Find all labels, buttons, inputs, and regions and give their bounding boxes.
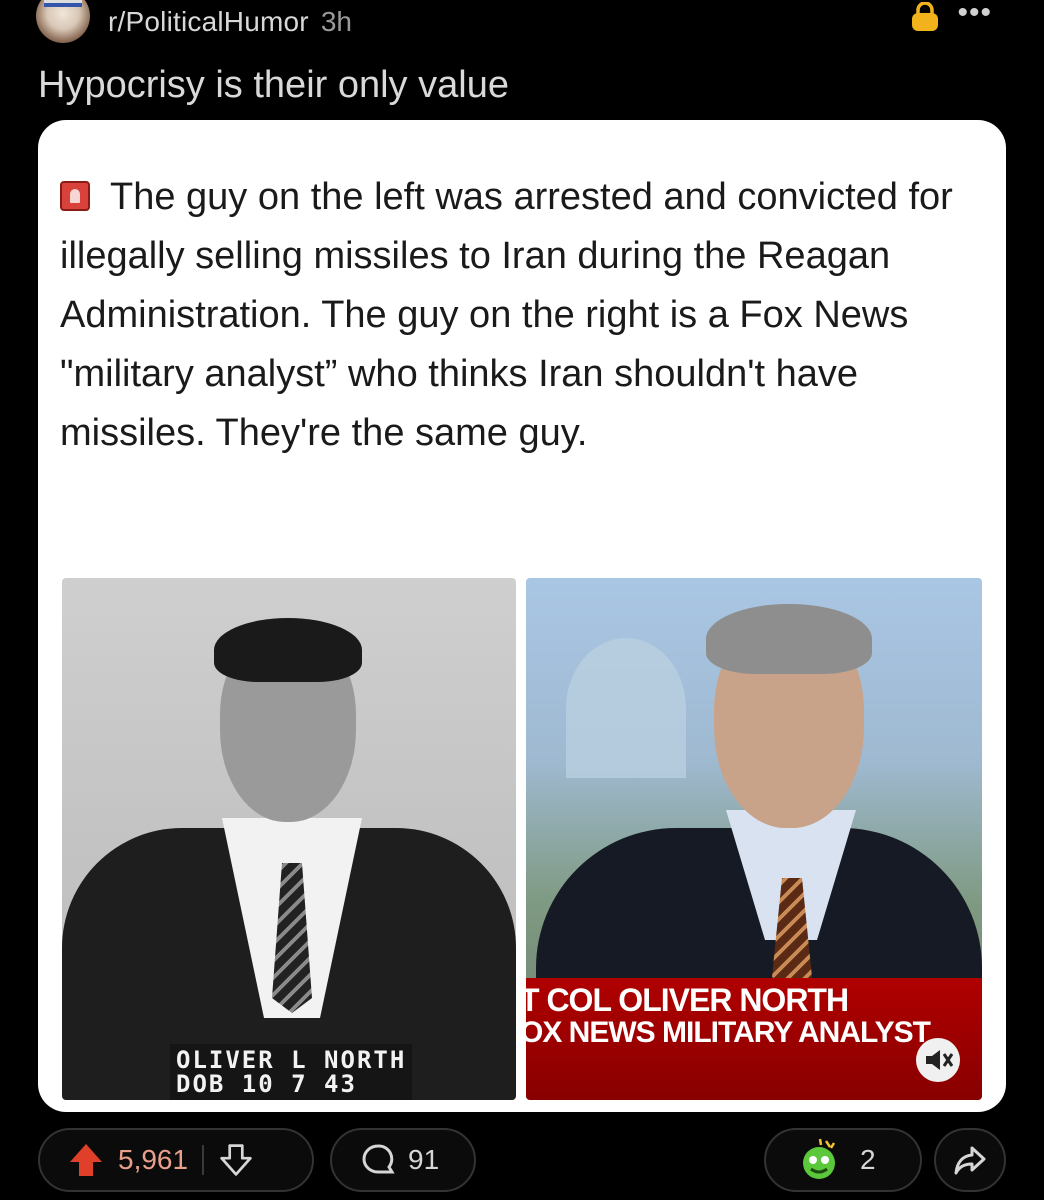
more-options-icon[interactable]: ••• xyxy=(957,0,992,30)
reddit-post-view: r/PoliticalHumor 3h ••• Hypocrisy is the… xyxy=(0,0,1044,1200)
comment-bubble-icon xyxy=(362,1144,395,1174)
mugshot-caption: OLIVER L NORTH DOB 10 7 43 xyxy=(170,1044,413,1100)
post-action-bar: 5,961 91 2 xyxy=(38,1128,1006,1192)
tv-still-photo: T COL OLIVER NORTH OX NEWS MILITARY ANAL… xyxy=(526,578,982,1100)
post-header: r/PoliticalHumor 3h ••• xyxy=(36,0,1020,44)
post-age: 3h xyxy=(320,6,352,37)
vote-divider xyxy=(202,1145,205,1175)
comments-button[interactable]: 91 xyxy=(330,1128,476,1192)
vote-control: 5,961 xyxy=(38,1128,314,1192)
mugshot-dob: DOB 10 7 43 xyxy=(176,1070,357,1098)
award-button[interactable]: 2 xyxy=(764,1128,922,1192)
upvote-count: 5,961 xyxy=(118,1144,189,1175)
award-icon xyxy=(803,1138,836,1179)
lock-icon xyxy=(912,2,938,31)
share-arrow-icon xyxy=(954,1146,986,1175)
chyron-subtitle: OX NEWS MILITARY ANALYST xyxy=(526,1016,931,1049)
downvote-arrow-icon[interactable] xyxy=(218,1142,254,1178)
post-title[interactable]: Hypocrisy is their only value xyxy=(38,64,509,107)
chyron-title: T COL OLIVER NORTH xyxy=(526,982,849,1018)
subreddit-name[interactable]: r/PoliticalHumor xyxy=(108,6,309,38)
alarm-emoji-icon xyxy=(60,181,90,211)
news-chyron: T COL OLIVER NORTH OX NEWS MILITARY ANAL… xyxy=(526,978,982,1100)
tweet-text: The guy on the left was arrested and con… xyxy=(60,176,953,454)
mugshot-name: OLIVER L NORTH xyxy=(176,1046,407,1074)
subreddit-avatar[interactable] xyxy=(36,0,90,43)
tweet-text-block: The guy on the left was arrested and con… xyxy=(60,168,980,463)
post-image[interactable]: The guy on the left was arrested and con… xyxy=(38,120,1006,1112)
mute-speaker-icon[interactable] xyxy=(916,1038,960,1082)
share-button[interactable] xyxy=(934,1128,1006,1192)
comment-count: 91 xyxy=(408,1144,440,1175)
mugshot-photo: OLIVER L NORTH DOB 10 7 43 xyxy=(62,578,516,1100)
award-count: 2 xyxy=(860,1144,876,1175)
upvote-arrow-icon[interactable] xyxy=(66,1140,106,1180)
